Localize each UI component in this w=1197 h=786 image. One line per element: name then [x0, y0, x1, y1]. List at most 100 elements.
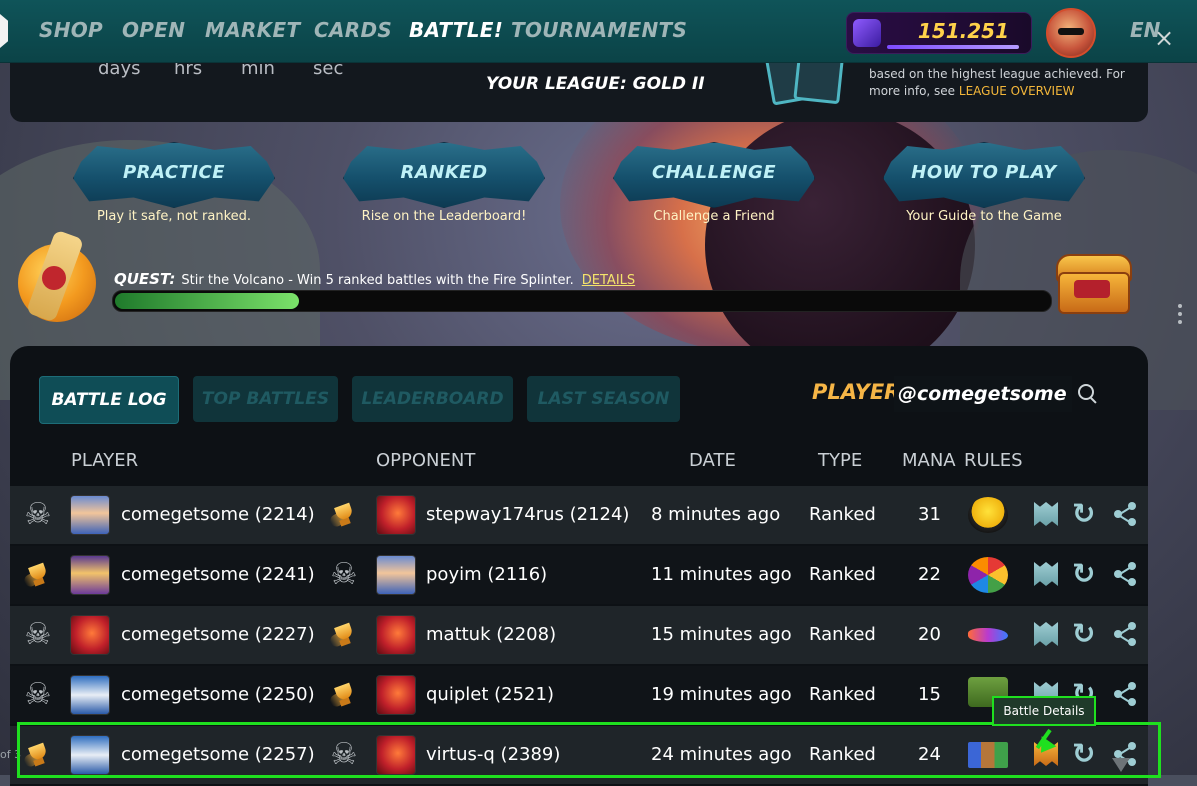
player-name[interactable]: comegetsome (2250) — [121, 684, 315, 705]
pointer-arrow-icon — [1033, 726, 1074, 758]
opponent-avatar[interactable] — [376, 495, 416, 535]
challenge-button-label: CHALLENGE — [651, 162, 777, 183]
player-avatar[interactable] — [70, 615, 110, 655]
share-icon[interactable] — [1112, 560, 1140, 588]
ranked-subtitle: Rise on the Leaderboard! — [361, 209, 527, 224]
battle-type: Ranked — [809, 564, 876, 585]
opponent-name[interactable]: stepway174rus (2124) — [426, 504, 629, 525]
battle-details-icon[interactable] — [1034, 620, 1062, 648]
opponent-avatar[interactable] — [376, 615, 416, 655]
mana-cap: 20 — [918, 624, 941, 645]
player-name[interactable]: comegetsome (2257) — [121, 744, 315, 765]
opponent-name[interactable]: virtus-q (2389) — [426, 744, 560, 765]
share-icon[interactable] — [1112, 680, 1140, 708]
opponent-name[interactable]: quiplet (2521) — [426, 684, 554, 705]
quest-description: Stir the Volcano - Win 5 ranked battles … — [181, 273, 574, 288]
player-name[interactable]: comegetsome (2227) — [121, 624, 315, 645]
quest-scroll-icon — [14, 226, 98, 326]
battle-log-panel: BATTLE LOG TOP BATTLES LEADERBOARD LAST … — [10, 346, 1148, 786]
table-row: ☠ comegetsome (2250) quiplet (2521) 19 minu… — [10, 666, 1148, 724]
credits-balance[interactable]: 151.251 — [846, 12, 1032, 54]
opponent-result-trophy-icon — [328, 619, 360, 651]
player-name[interactable]: comegetsome (2241) — [121, 564, 315, 585]
player-result-skull-icon: ☠ — [24, 677, 52, 712]
challenge-subtitle: Challenge a Friend — [653, 209, 775, 224]
how-to-play-button[interactable]: HOW TO PLAY — [883, 142, 1085, 208]
league-overview-link[interactable]: LEAGUE OVERVIEW — [959, 84, 1075, 98]
ranked-button-label: RANKED — [400, 162, 488, 183]
opponent-avatar[interactable] — [376, 675, 416, 715]
tab-leaderboard[interactable]: LEADERBOARD — [352, 376, 513, 422]
ruleset-icon[interactable] — [968, 628, 1008, 642]
battle-details-icon[interactable] — [1034, 500, 1062, 528]
replay-icon[interactable]: ↻ — [1072, 740, 1100, 768]
battle-date: 8 minutes ago — [651, 504, 781, 525]
opponent-name[interactable]: mattuk (2208) — [426, 624, 556, 645]
player-avatar[interactable] — [70, 735, 110, 775]
credits-amount: 151.251 — [917, 19, 1009, 43]
avatar-shades — [1058, 28, 1084, 35]
your-league-label: YOUR LEAGUE: GOLD II — [486, 74, 705, 94]
ruleset-icon[interactable] — [968, 497, 1008, 533]
nav-shop[interactable]: SHOP — [39, 18, 103, 42]
close-icon[interactable]: × — [1154, 24, 1174, 52]
share-icon[interactable] — [1112, 620, 1140, 648]
opponent-result-skull-icon: ☠ — [330, 737, 358, 772]
player-avatar[interactable] — [70, 555, 110, 595]
nav-market[interactable]: MARKET — [205, 18, 300, 42]
tab-top-battles[interactable]: TOP BATTLES — [193, 376, 338, 422]
nav-cards[interactable]: CARDS — [314, 18, 392, 42]
opponent-name[interactable]: poyim (2116) — [426, 564, 547, 585]
challenge-button[interactable]: CHALLENGE — [613, 142, 815, 208]
battle-details-icon[interactable] — [1034, 560, 1062, 588]
ranked-button[interactable]: RANKED — [343, 142, 545, 208]
battle-date: 19 minutes ago — [651, 684, 792, 705]
battle-type: Ranked — [809, 624, 876, 645]
practice-button[interactable]: PRACTICE — [73, 142, 275, 208]
tab-last-season[interactable]: LAST SEASON — [527, 376, 680, 422]
league-note: based on the highest league achieved. Fo… — [869, 66, 1129, 100]
nav-open[interactable]: OPEN — [122, 18, 185, 42]
credits-gem-icon — [853, 19, 881, 47]
player-search-input[interactable] — [894, 376, 1072, 412]
tab-battle-log[interactable]: BATTLE LOG — [39, 376, 179, 424]
player-name[interactable]: comegetsome (2214) — [121, 504, 315, 525]
battle-type: Ranked — [809, 684, 876, 705]
table-row: comegetsome (2257) ☠ virtus-q (2389) 24 min… — [10, 726, 1148, 784]
replay-icon[interactable]: ↻ — [1072, 500, 1100, 528]
battle-details-tooltip: Battle Details — [992, 696, 1096, 726]
nav-battle[interactable]: BATTLE! — [409, 18, 503, 42]
player-result-skull-icon: ☠ — [24, 497, 52, 532]
header-player: PLAYER — [71, 450, 139, 471]
more-options-icon[interactable] — [1178, 300, 1184, 340]
mana-cap: 31 — [918, 504, 941, 525]
quest-text: QUEST: Stir the Volcano - Win 5 ranked ba… — [114, 270, 635, 288]
mana-cap: 24 — [918, 744, 941, 765]
header-date: DATE — [689, 450, 736, 471]
reward-chest-icon[interactable] — [1052, 250, 1132, 314]
quest-label: QUEST: — [114, 270, 176, 288]
quest-details-link[interactable]: DETAILS — [582, 273, 635, 288]
ruleset-icon[interactable] — [968, 557, 1008, 593]
player-result-trophy-icon — [22, 739, 54, 771]
player-result-skull-icon: ☠ — [24, 617, 52, 652]
ruleset-icon[interactable] — [968, 742, 1008, 768]
battle-date: 11 minutes ago — [651, 564, 792, 585]
opponent-result-trophy-icon — [328, 499, 360, 531]
logo-icon[interactable] — [0, 14, 8, 48]
practice-button-label: PRACTICE — [122, 162, 226, 183]
share-icon[interactable] — [1112, 500, 1140, 528]
top-navigation: SHOP OPEN MARKET CARDS BATTLE! TOURNAMEN… — [0, 0, 1197, 63]
replay-icon[interactable]: ↻ — [1072, 620, 1100, 648]
player-avatar[interactable] — [70, 675, 110, 715]
user-avatar[interactable] — [1046, 8, 1096, 58]
nav-tournaments[interactable]: TOURNAMENTS — [511, 18, 687, 42]
player-avatar[interactable] — [70, 495, 110, 535]
quest-progress-fill — [115, 293, 299, 309]
opponent-avatar[interactable] — [376, 555, 416, 595]
search-icon[interactable] — [1076, 382, 1100, 406]
replay-icon[interactable]: ↻ — [1072, 560, 1100, 588]
battle-type: Ranked — [809, 504, 876, 525]
quest-progress-bar — [112, 290, 1052, 312]
opponent-avatar[interactable] — [376, 735, 416, 775]
